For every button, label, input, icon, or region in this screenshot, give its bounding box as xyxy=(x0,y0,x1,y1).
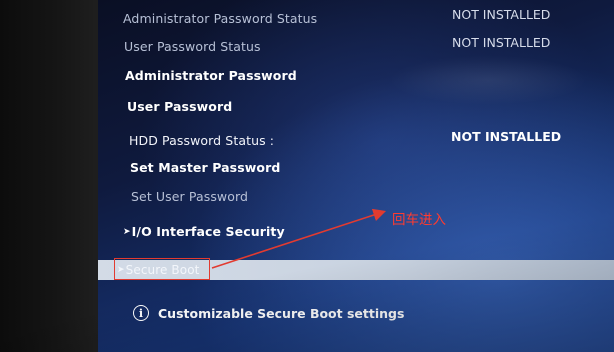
set-master-password-item[interactable]: Set Master Password xyxy=(130,160,280,175)
annotation-label: 回车进入 xyxy=(392,212,446,228)
info-icon: i xyxy=(133,305,149,321)
help-text: Customizable Secure Boot settings xyxy=(158,305,405,321)
admin-password-status-value: NOT INSTALLED xyxy=(452,7,551,22)
help-hint: i Customizable Secure Boot settings xyxy=(133,305,404,321)
set-user-password-item[interactable]: Set User Password xyxy=(131,189,248,204)
screen-glare xyxy=(388,55,588,105)
user-password-status-value: NOT INSTALLED xyxy=(452,35,551,50)
hdd-password-status-value: NOT INSTALLED xyxy=(451,129,562,144)
hdd-password-status-label: HDD Password Status : xyxy=(129,133,275,148)
annotation-highlight-box xyxy=(114,258,210,280)
bios-photo: Administrator Password Status NOT INSTAL… xyxy=(0,0,614,352)
user-password-item[interactable]: User Password xyxy=(127,99,232,114)
submenu-arrow-icon: ➤ xyxy=(123,227,131,237)
user-password-status-label: User Password Status xyxy=(124,39,261,54)
admin-password-item[interactable]: Administrator Password xyxy=(125,68,297,83)
io-interface-security-label: I/O Interface Security xyxy=(131,224,285,239)
admin-password-status-label: Administrator Password Status xyxy=(123,11,318,26)
laptop-bezel xyxy=(0,0,100,352)
io-interface-security-item[interactable]: ➤I/O Interface Security xyxy=(123,224,285,239)
